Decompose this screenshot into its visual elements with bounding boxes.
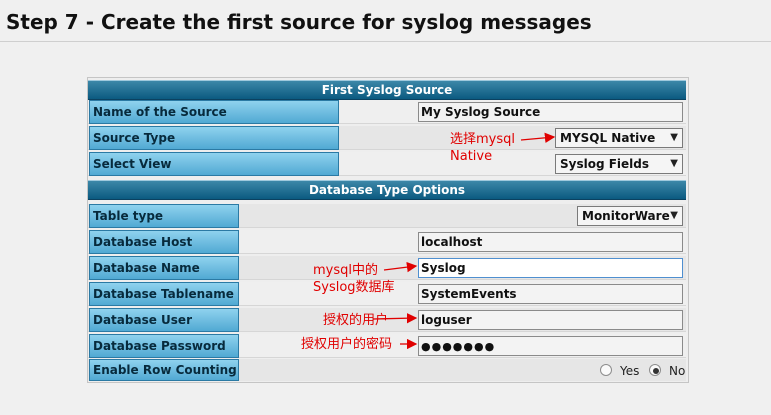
row-counting-no-radio[interactable] bbox=[649, 364, 661, 376]
source-type-value: MYSQL Native bbox=[560, 131, 656, 145]
database-name-input[interactable]: Syslog bbox=[418, 258, 683, 278]
row-counting-yes-radio[interactable] bbox=[600, 364, 612, 376]
row-counting-no-label: No bbox=[669, 364, 686, 378]
table-type-value: MonitorWare bbox=[582, 209, 670, 223]
title-divider bbox=[0, 41, 771, 42]
database-name-label: Database Name bbox=[89, 256, 239, 280]
name-of-source-label: Name of the Source bbox=[89, 100, 339, 124]
page-title: Step 7 - Create the first source for sys… bbox=[6, 10, 592, 34]
database-host-input[interactable]: localhost bbox=[418, 232, 683, 252]
database-tablename-label: Database Tablename bbox=[89, 282, 239, 306]
database-password-input[interactable]: ●●●●●●● bbox=[418, 336, 683, 356]
select-view-label: Select View bbox=[89, 152, 339, 176]
database-host-label: Database Host bbox=[89, 230, 239, 254]
row-counting-yes-label: Yes bbox=[620, 364, 640, 378]
select-view-value: Syslog Fields bbox=[560, 157, 650, 171]
table-type-select[interactable]: MonitorWare ▼ bbox=[577, 206, 683, 226]
database-password-label: Database Password bbox=[89, 334, 239, 358]
table-type-label: Table type bbox=[89, 204, 239, 228]
annotation-db-user: 授权的用户 bbox=[323, 313, 389, 328]
database-user-label: Database User bbox=[89, 308, 239, 332]
annotation-source-type-line2: Native bbox=[450, 149, 493, 164]
database-user-input[interactable]: loguser bbox=[418, 310, 683, 330]
database-options-header: Database Type Options bbox=[88, 180, 686, 200]
source-type-select[interactable]: MYSQL Native ▼ bbox=[555, 128, 683, 148]
chevron-down-icon: ▼ bbox=[670, 158, 678, 169]
annotation-db-name-line2: Syslog数据库 bbox=[313, 280, 395, 295]
chevron-down-icon: ▼ bbox=[670, 210, 678, 221]
annotation-source-type-line1: 选择mysql bbox=[450, 132, 515, 147]
annotation-db-password: 授权用户的密码 bbox=[301, 337, 393, 352]
database-tablename-input[interactable]: SystemEvents bbox=[418, 284, 683, 304]
source-type-label: Source Type bbox=[89, 126, 339, 150]
select-view-select[interactable]: Syslog Fields ▼ bbox=[555, 154, 683, 174]
source-name-input[interactable]: My Syslog Source bbox=[418, 102, 683, 122]
chevron-down-icon: ▼ bbox=[670, 132, 678, 143]
first-source-header: First Syslog Source bbox=[88, 80, 686, 100]
annotation-db-name-line1: mysql中的 bbox=[313, 263, 378, 278]
enable-row-counting-label: Enable Row Counting bbox=[89, 359, 239, 381]
